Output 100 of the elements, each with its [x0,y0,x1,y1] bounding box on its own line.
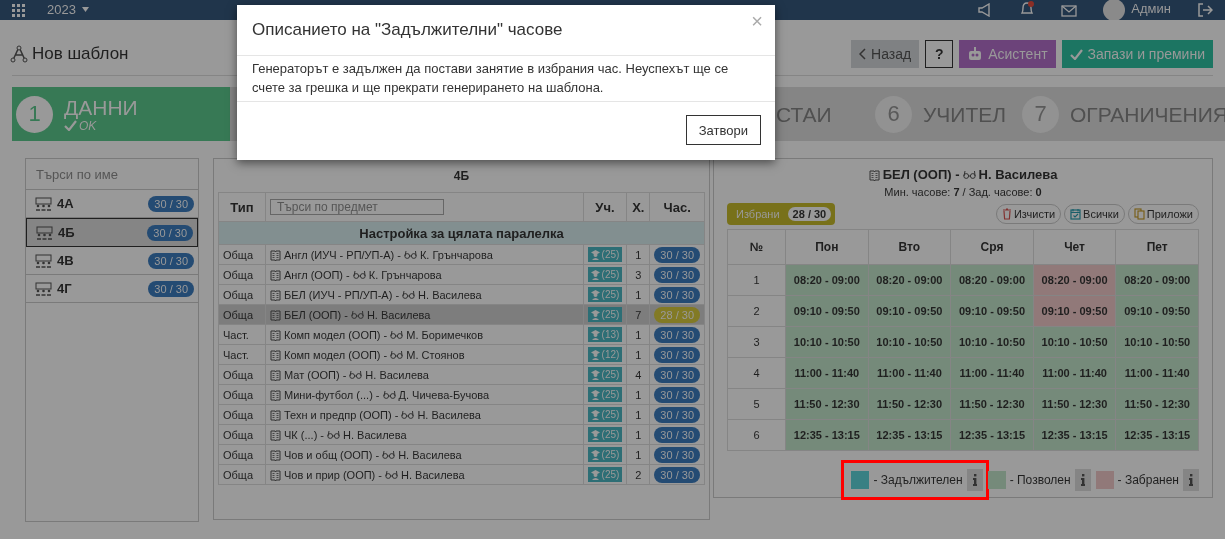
subject-name[interactable]: Чов и прир (ООП) - [284,468,382,481]
time-slot[interactable]: 12:35 - 13:15 [1033,419,1116,451]
time-slot[interactable]: 09:10 - 09:50 [868,295,951,327]
subject-name[interactable]: БЕЛ (ИУЧ - РП/УП-А) - [284,288,400,301]
time-slot[interactable]: 08:20 - 09:00 [868,264,951,296]
book-icon [270,448,281,461]
type-cell: Обща [218,404,266,425]
time-slot[interactable]: 12:35 - 13:15 [868,419,951,451]
time-slot[interactable]: 11:50 - 12:30 [950,388,1034,420]
time-slot[interactable]: 08:20 - 09:00 [1115,264,1199,296]
time-slot[interactable]: 09:10 - 09:50 [1033,295,1116,327]
book-icon [270,368,281,381]
teacher-title: Н. Василева [978,167,1058,182]
name-search-field[interactable]: Търси по име [36,166,186,182]
time-slot[interactable]: 10:10 - 10:50 [950,326,1034,358]
hours-badge: 30 / 30 [654,326,700,343]
logout-icon[interactable] [1197,3,1213,17]
hours-count-cell: 1 [626,444,650,465]
close-dialog-button[interactable]: Затвори [685,115,761,145]
subject-name[interactable]: ЧК (...) - [284,428,324,441]
glasses-icon [403,250,417,259]
class-item[interactable]: 4Г 30 / 30 [26,275,198,303]
info-button[interactable] [966,469,983,491]
type-cell: Обща [218,364,266,385]
time-slot[interactable]: 10:10 - 10:50 [785,326,869,358]
time-slot[interactable]: 08:20 - 09:00 [950,264,1034,296]
glasses-icon [382,450,396,459]
time-slot[interactable]: 11:50 - 12:30 [1115,388,1199,420]
help-button[interactable]: ? [925,40,954,68]
teacher-name: Н. Василева [366,308,431,321]
hours-count-cell: 1 [626,284,650,305]
type-cell: Обща [218,384,266,405]
column-header: Х. [626,192,650,222]
time-slot[interactable]: 11:00 - 11:40 [1115,357,1199,389]
time-slot[interactable]: 10:10 - 10:50 [868,326,951,358]
time-slot[interactable]: 08:20 - 09:00 [1033,264,1116,296]
bell-icon[interactable] [1019,1,1036,17]
time-slot[interactable]: 11:00 - 11:40 [950,357,1034,389]
time-slot[interactable]: 09:10 - 09:50 [785,295,869,327]
subject-name[interactable]: Англ (ООП) - [284,268,350,281]
type-cell: Обща [218,264,266,285]
grid-menu-icon[interactable] [12,4,25,17]
subject-name[interactable]: Комп модел (ООП) - [284,348,388,361]
hours-badge: 30 / 30 [654,466,700,483]
check-icon [64,120,77,131]
book-icon [270,288,281,301]
year-selector[interactable]: 2023 [47,2,76,17]
subject-name[interactable]: Чов и общ (ООП) - [284,448,380,461]
teacher-name: М. Стоянов [406,348,465,361]
check-icon [1069,48,1083,60]
column-header: № [727,229,786,265]
hours-badge: 30 / 30 [654,266,700,283]
subject-name[interactable]: Мат (ООП) - [284,368,347,381]
class-name: 4Г [57,281,72,296]
classroom-icon [34,281,53,296]
time-slot[interactable]: 11:00 - 11:40 [868,357,951,389]
time-slot[interactable]: 11:00 - 11:40 [1033,357,1116,389]
glasses-icon [352,270,366,279]
time-slot[interactable]: 09:10 - 09:50 [950,295,1034,327]
subject-name[interactable]: Англ (ИУЧ - РП/УП-А) - [284,248,401,261]
time-slot[interactable]: 11:50 - 12:30 [868,388,951,420]
time-slot[interactable]: 10:10 - 10:50 [1115,326,1199,358]
class-name: 4А [57,196,74,211]
time-slot[interactable]: 08:20 - 09:00 [785,264,869,296]
type-cell: Обща [218,444,266,465]
selected-count: 28 / 30 [787,207,832,221]
time-slot[interactable]: 12:35 - 13:15 [785,419,869,451]
time-slot[interactable]: 12:35 - 13:15 [1115,419,1199,451]
hours-badge: 30 / 30 [654,446,700,463]
assistant-button[interactable]: Асистент [959,40,1056,68]
user-name[interactable]: Админ [1131,0,1171,16]
time-slot[interactable]: 09:10 - 09:50 [1115,295,1199,327]
subject-search-field[interactable]: Търси по предмет [270,199,444,215]
subject-name[interactable]: Комп модел (ООП) - [284,328,388,341]
time-slot[interactable]: 11:00 - 11:40 [785,357,869,389]
hours-badge: 30 / 30 [148,252,194,269]
student-icon [590,469,600,480]
info-button[interactable] [1074,469,1091,491]
clear-button[interactable]: Изчисти [995,204,1062,224]
subject-name[interactable]: БЕЛ (ООП) - [284,308,348,321]
subject-name[interactable]: Мини-футбол (...) - [284,388,380,401]
time-slot[interactable]: 10:10 - 10:50 [1033,326,1116,358]
apply-button[interactable]: Приложи [1127,204,1199,224]
student-icon [590,409,600,420]
subject-name[interactable]: Техн и предпр (ООП) - [284,408,399,421]
hours-count-cell: 1 [626,244,650,265]
time-slot[interactable]: 11:50 - 12:30 [1033,388,1116,420]
time-slot[interactable]: 11:50 - 12:30 [785,388,869,420]
hierarchy-icon [10,45,28,63]
class-item[interactable]: 4В 30 / 30 [26,247,198,275]
close-button[interactable]: × [751,9,763,33]
book-icon [270,248,281,261]
envelope-icon[interactable] [1061,5,1078,17]
back-button[interactable]: Назад [851,40,920,68]
info-button[interactable] [1183,469,1199,491]
select-all-button[interactable]: Всички [1064,204,1125,224]
time-slot[interactable]: 12:35 - 13:15 [950,419,1034,451]
book-icon [270,428,281,441]
avatar-circle[interactable] [1103,0,1126,20]
class-item[interactable]: 4Б 30 / 30 [26,218,198,247]
